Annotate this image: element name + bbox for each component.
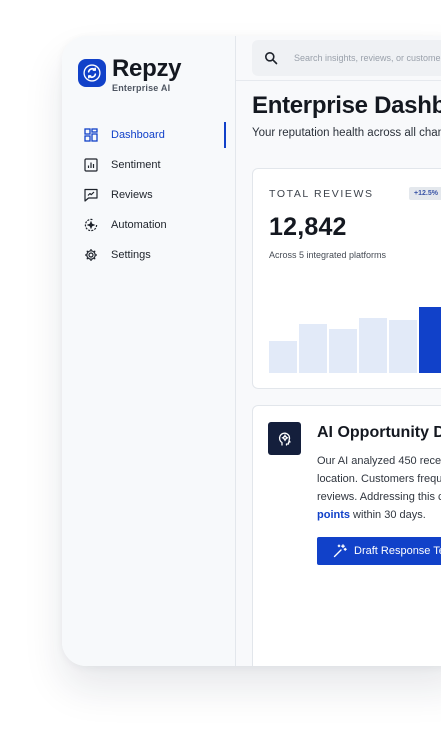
bar-chart-icon	[84, 158, 98, 172]
sidebar-nav: Dashboard Sentiment Reviews Automation S…	[62, 120, 236, 270]
sidebar-item-label: Sentiment	[111, 159, 161, 171]
brand[interactable]: Repzy Enterprise AI	[78, 55, 182, 93]
draft-response-button[interactable]: Draft Response Template	[317, 537, 441, 565]
page-title: Enterprise Dashboard	[252, 92, 441, 119]
reviews-bar	[269, 341, 297, 373]
total-reviews-card: TOTAL REVIEWS +12.5% 12,842 Across 5 int…	[252, 168, 441, 389]
search-bar[interactable]	[252, 40, 441, 76]
magic-wand-icon	[333, 544, 347, 558]
header-divider	[236, 80, 441, 81]
gear-icon	[84, 248, 98, 262]
dashboard-icon	[84, 128, 98, 142]
draft-response-label: Draft Response Template	[354, 545, 441, 557]
ai-body-highlight: points	[317, 509, 350, 521]
sidebar-item-reviews[interactable]: Reviews	[62, 180, 236, 210]
kpi-subtext: Across 5 integrated platforms	[269, 250, 387, 260]
reviews-bar	[419, 307, 441, 373]
sidebar-item-settings[interactable]: Settings	[62, 240, 236, 270]
search-input[interactable]	[294, 53, 441, 63]
sidebar-item-label: Dashboard	[111, 129, 165, 141]
kpi-label: TOTAL REVIEWS	[269, 188, 374, 200]
page-subtitle: Your reputation health across all channe…	[252, 127, 441, 139]
sidebar-item-label: Automation	[111, 219, 167, 231]
ai-card-title: AI Opportunity Detected	[317, 424, 441, 441]
sidebar-item-sentiment[interactable]: Sentiment	[62, 150, 236, 180]
reviews-bar	[389, 320, 417, 373]
sidebar-item-label: Reviews	[111, 189, 153, 201]
ai-body-line: location. Customers frequently mention	[317, 473, 441, 485]
ai-opportunity-card: AI Opportunity Detected Our AI analyzed …	[252, 405, 441, 666]
reviews-bar	[329, 329, 357, 373]
reviews-bar	[299, 324, 327, 373]
sidebar-item-automation[interactable]: Automation	[62, 210, 236, 240]
reviews-bar	[359, 318, 387, 373]
ai-body-line: reviews. Addressing this could increase	[317, 491, 441, 503]
ai-body-tail: within 30 days.	[350, 509, 426, 521]
ai-body-line: Our AI analyzed 450 recent reviews for	[317, 455, 441, 467]
ai-brain-icon	[268, 422, 301, 455]
app-window: Repzy Enterprise AI Dashboard Sentiment …	[62, 36, 441, 666]
ai-card-body: Our AI analyzed 450 recent reviews for l…	[317, 452, 441, 524]
review-icon	[84, 188, 98, 202]
reviews-bar-sparkline	[269, 269, 441, 373]
sidebar-item-label: Settings	[111, 249, 151, 261]
main-content: Enterprise Dashboard Your reputation hea…	[236, 36, 441, 666]
trend-badge: +12.5%	[409, 187, 441, 200]
sync-icon	[78, 59, 106, 87]
search-icon	[264, 51, 278, 65]
sidebar: Repzy Enterprise AI Dashboard Sentiment …	[62, 36, 236, 666]
ai-body-line: points within 30 days.	[317, 506, 441, 524]
sidebar-item-dashboard[interactable]: Dashboard	[62, 120, 236, 150]
brand-subtitle: Enterprise AI	[112, 83, 171, 93]
kpi-value: 12,842	[269, 213, 347, 241]
sparkle-icon	[84, 218, 98, 232]
brand-name: Repzy	[112, 55, 182, 82]
